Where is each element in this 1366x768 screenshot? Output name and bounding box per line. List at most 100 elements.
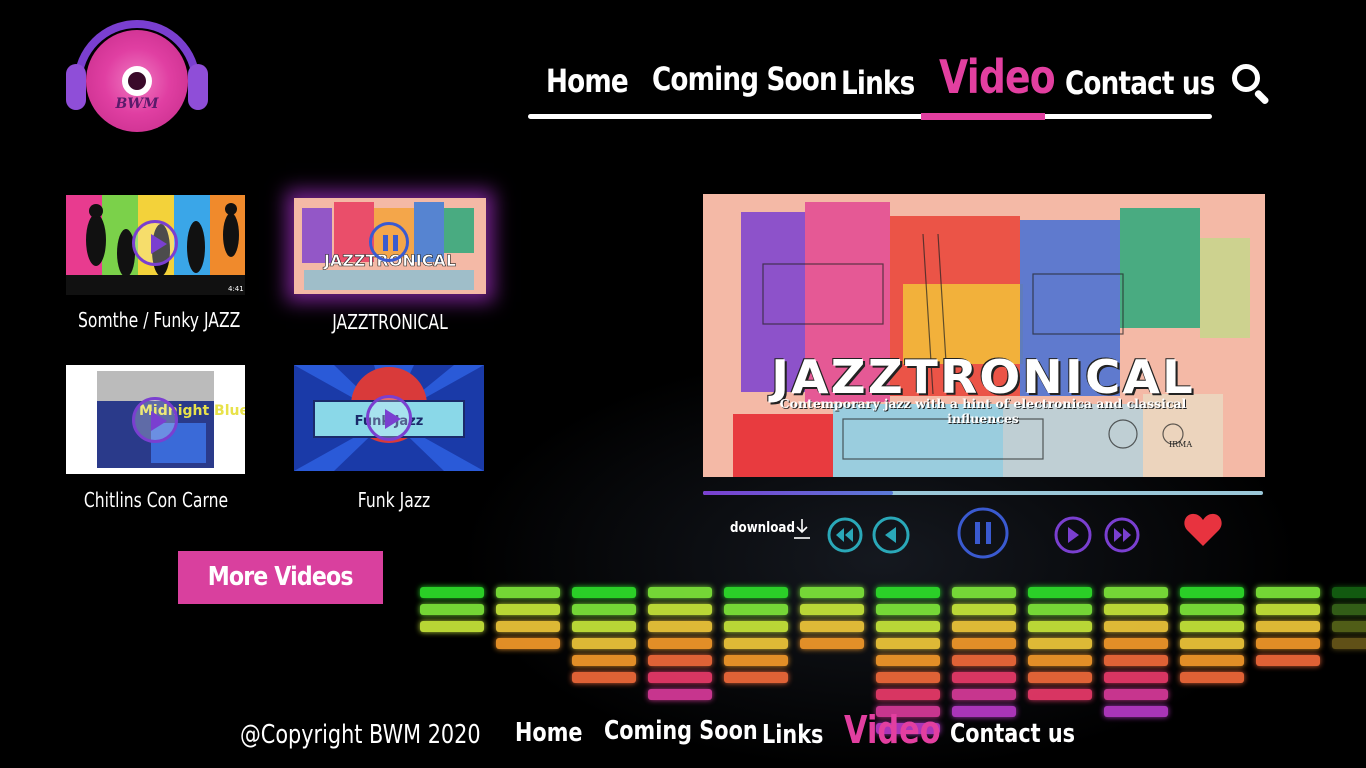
equalizer-cell xyxy=(876,587,940,598)
video-thumbnail-jazztronical[interactable]: JAZZTRONICAL xyxy=(294,198,486,294)
equalizer-cell xyxy=(952,672,1016,683)
previous-icon[interactable] xyxy=(871,515,911,555)
more-videos-button[interactable]: More Videos xyxy=(178,551,383,604)
play-icon[interactable] xyxy=(366,395,412,441)
equalizer-cell xyxy=(1332,638,1366,649)
nav-video[interactable]: Video xyxy=(939,50,1056,104)
equalizer-cell xyxy=(952,706,1016,717)
video-caption-chitlins[interactable]: Chitlins Con Carne xyxy=(78,488,234,512)
video-player[interactable]: JAZZTRONICAL Contemporary jazz with a hi… xyxy=(703,194,1265,477)
nav-underline xyxy=(528,114,1212,119)
main-nav: Home Coming Soon Links Video Contact us xyxy=(528,50,1215,122)
disc-hole xyxy=(122,66,152,96)
equalizer-cell xyxy=(648,655,712,666)
equalizer-cell xyxy=(876,689,940,700)
pause-icon[interactable] xyxy=(956,506,1010,560)
video-caption-funky-jazz[interactable]: Somthe / Funky JAZZ xyxy=(78,308,240,332)
equalizer-cell xyxy=(648,604,712,615)
equalizer-cell xyxy=(724,604,788,615)
equalizer-cell xyxy=(1104,604,1168,615)
progress-bar[interactable] xyxy=(703,491,1263,495)
equalizer-cell xyxy=(420,604,484,615)
equalizer-cell xyxy=(1028,638,1092,649)
equalizer-cell xyxy=(496,604,560,615)
video-caption-funk-jazz[interactable]: Funk Jazz xyxy=(316,488,472,512)
player-subtitle: Contemporary jazz with a hint of electro… xyxy=(779,396,1187,426)
play-icon[interactable] xyxy=(132,220,178,266)
equalizer-cell xyxy=(724,621,788,632)
equalizer-cell xyxy=(648,621,712,632)
download-link[interactable]: download xyxy=(730,520,795,536)
equalizer-cell xyxy=(1028,621,1092,632)
equalizer-cell xyxy=(648,587,712,598)
equalizer-cell xyxy=(572,621,636,632)
equalizer-cell xyxy=(496,621,560,632)
equalizer-cell xyxy=(1028,587,1092,598)
equalizer-cell xyxy=(876,604,940,615)
video-caption-jazztronical[interactable]: JAZZTRONICAL xyxy=(312,310,468,334)
equalizer-cell xyxy=(800,604,864,615)
equalizer-cell xyxy=(496,638,560,649)
equalizer-cell xyxy=(1104,621,1168,632)
equalizer-cell xyxy=(1104,706,1168,717)
equalizer-cell xyxy=(572,638,636,649)
equalizer-cell xyxy=(952,638,1016,649)
progress-fill xyxy=(703,491,894,495)
equalizer-cell xyxy=(1180,604,1244,615)
nav-links[interactable]: Links xyxy=(841,64,915,102)
equalizer-cell xyxy=(1104,638,1168,649)
equalizer-cell xyxy=(1028,655,1092,666)
equalizer-cell xyxy=(1104,655,1168,666)
equalizer-cell xyxy=(1256,655,1320,666)
equalizer-cell xyxy=(876,621,940,632)
equalizer-cell xyxy=(1104,587,1168,598)
equalizer-cell xyxy=(952,689,1016,700)
download-icon[interactable] xyxy=(793,518,811,540)
equalizer-cell xyxy=(1332,621,1366,632)
equalizer-cell xyxy=(1256,587,1320,598)
logo-disc: BWM xyxy=(86,30,188,132)
equalizer-cell xyxy=(1180,638,1244,649)
equalizer-cell xyxy=(1180,621,1244,632)
player-artwork xyxy=(733,202,1250,477)
headphone-ear-left xyxy=(66,64,86,110)
video-thumbnail-funk-jazz[interactable]: Funk Jazz xyxy=(294,365,484,471)
brand-logo[interactable]: BWM xyxy=(66,20,208,132)
nav-coming-soon[interactable]: Coming Soon xyxy=(652,60,838,98)
equalizer-cell xyxy=(1028,689,1092,700)
equalizer-cell xyxy=(800,638,864,649)
play-icon[interactable] xyxy=(132,397,178,443)
copyright-text: @Copyright BWM 2020 xyxy=(240,720,481,750)
equalizer-cell xyxy=(1332,604,1366,615)
nav-contact-us[interactable]: Contact us xyxy=(1065,64,1215,102)
heart-icon[interactable] xyxy=(1183,512,1223,548)
equalizer-cell xyxy=(876,638,940,649)
equalizer-cell xyxy=(876,655,940,666)
fast-forward-icon[interactable] xyxy=(1102,516,1142,554)
equalizer-cell xyxy=(1104,689,1168,700)
footer-nav-links[interactable]: Links xyxy=(762,720,823,750)
equalizer-cell xyxy=(572,672,636,683)
video-thumbnail-funky-jazz[interactable]: 4:41 xyxy=(66,195,245,295)
equalizer-cell xyxy=(1256,621,1320,632)
equalizer-cell xyxy=(724,672,788,683)
equalizer-cell xyxy=(800,621,864,632)
equalizer-cell xyxy=(572,604,636,615)
equalizer-cell xyxy=(1180,655,1244,666)
next-icon[interactable] xyxy=(1053,515,1093,555)
footer-nav-video[interactable]: Video xyxy=(844,708,941,752)
pause-icon[interactable] xyxy=(369,222,409,262)
equalizer-cell xyxy=(724,587,788,598)
equalizer-cell xyxy=(1180,672,1244,683)
footer-nav-contact-us[interactable]: Contact us xyxy=(950,719,1075,749)
equalizer-cell xyxy=(1028,604,1092,615)
nav-home[interactable]: Home xyxy=(546,62,629,100)
equalizer-cell xyxy=(572,655,636,666)
rewind-icon[interactable] xyxy=(826,516,864,554)
video-thumbnail-chitlins[interactable]: Midnight Blue xyxy=(66,365,245,474)
footer-nav-home[interactable]: Home xyxy=(515,718,582,748)
footer-nav-coming-soon[interactable]: Coming Soon xyxy=(604,716,758,746)
equalizer-cell xyxy=(572,587,636,598)
equalizer-cell xyxy=(420,587,484,598)
search-icon[interactable] xyxy=(1232,64,1272,106)
